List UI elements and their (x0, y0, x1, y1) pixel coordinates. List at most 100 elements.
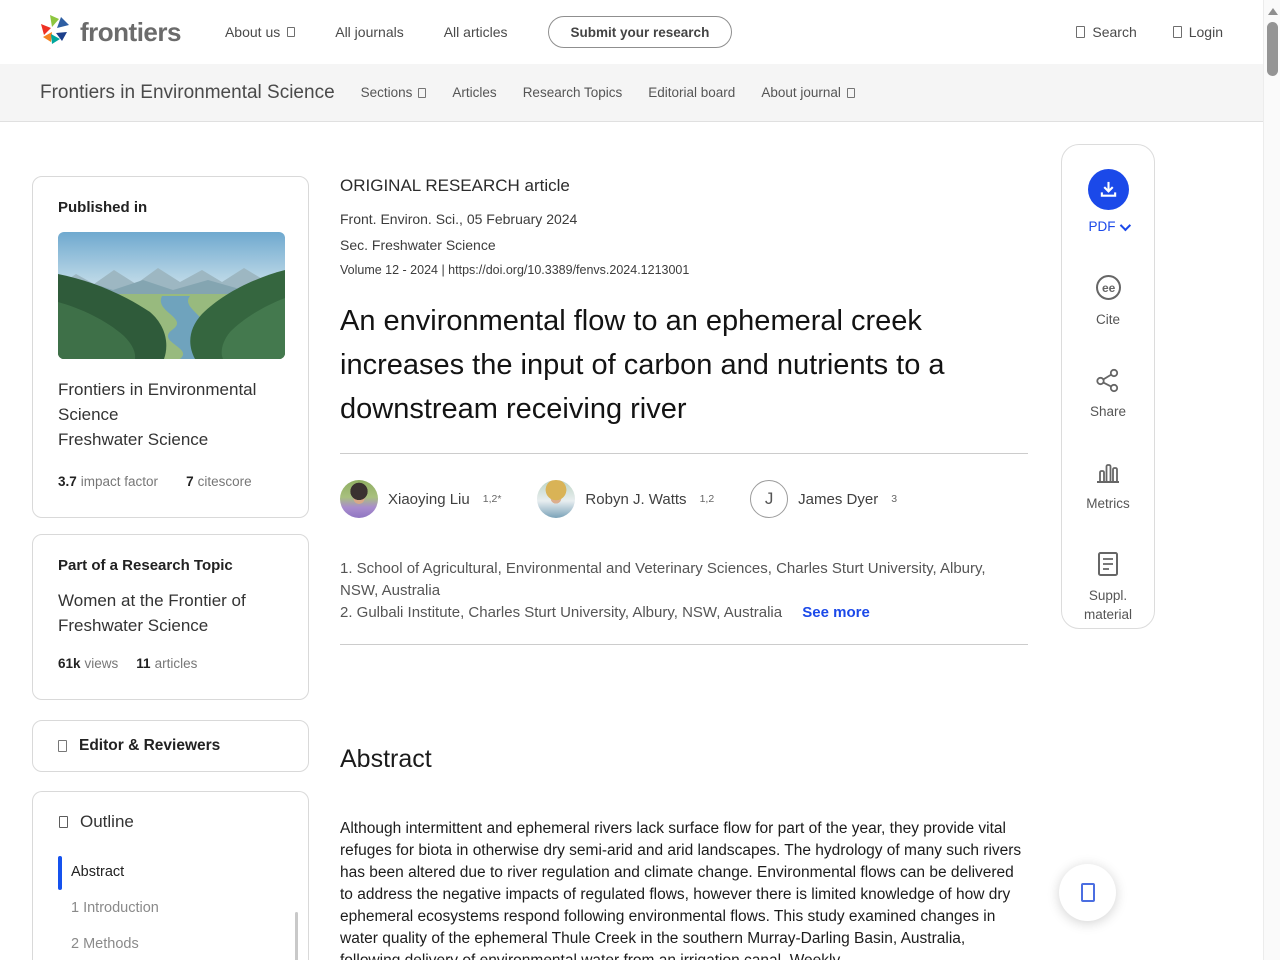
author-avatar (340, 480, 378, 518)
affiliation-2-row: 2. Gulbali Institute, Charles Sturt Univ… (340, 602, 1028, 624)
chat-fab-button[interactable] (1059, 864, 1116, 921)
subnav-research-topics[interactable]: Research Topics (523, 85, 623, 100)
journal-stats: 3.7 impact factor 7 citescore (58, 474, 283, 489)
outline-item-label: Abstract (71, 864, 125, 880)
share-button[interactable]: Share (1090, 367, 1126, 421)
pdf-download-button[interactable] (1087, 169, 1129, 210)
impact-factor-label: impact factor (80, 474, 159, 489)
pdf-label: PDF (1088, 219, 1116, 234)
journal-name-line2: Freshwater Science (58, 430, 209, 449)
author-james-dyer[interactable]: J James Dyer 3 (750, 480, 897, 518)
editor-reviewers-label: Editor & Reviewers (79, 737, 221, 754)
metrics-icon (1097, 464, 1119, 483)
subnav-articles[interactable]: Articles (452, 85, 496, 100)
outline-header[interactable]: Outline (33, 812, 308, 832)
outline-item-label: 2 Methods (71, 936, 139, 952)
published-in-journal-link[interactable]: Frontiers in Environmental Science Fresh… (58, 377, 283, 452)
journal-name-line1: Frontiers in Environmental Science (58, 380, 257, 424)
nav-all-articles[interactable]: All articles (444, 24, 508, 40)
volume-doi-line[interactable]: Volume 12 - 2024 | https://doi.org/10.33… (340, 263, 1028, 277)
divider (340, 644, 1028, 645)
affiliation-2: 2. Gulbali Institute, Charles Sturt Univ… (340, 604, 783, 621)
subnav-articles-label: Articles (452, 85, 497, 100)
author-robyn-watts[interactable]: Robyn J. Watts 1,2 (537, 480, 714, 518)
author-affiliation-sup: 1,2 (699, 493, 715, 505)
research-topic-stats: 61k views 11 articles (58, 656, 283, 671)
journal-subnav: Frontiers in Environmental Science Secti… (0, 64, 1263, 122)
outline-item-introduction[interactable]: 1 Introduction (33, 890, 308, 926)
suppl-label-line2: material (1083, 607, 1132, 622)
search-button[interactable]: Search (1076, 24, 1137, 40)
subnav-editorial-board-label: Editorial board (648, 85, 736, 100)
article-type-label: ORIGINAL RESEARCH article (340, 176, 570, 195)
dropdown-caret-icon (287, 27, 296, 37)
author-xiaoying-liu[interactable]: Xiaoying Liu 1,2* (340, 480, 501, 518)
affiliation-1: 1. School of Agricultural, Environmental… (340, 560, 986, 599)
author-name: Robyn J. Watts (585, 490, 687, 508)
outline-scrollbar[interactable] (295, 912, 298, 960)
outline-card: Outline Abstract 1 Introduction 2 Method… (32, 791, 309, 960)
nav-all-articles-label: All articles (443, 24, 508, 40)
editor-reviewers-card[interactable]: Editor & Reviewers (32, 720, 309, 772)
header-nav: About us All journals All articles (225, 24, 508, 40)
abstract-heading: Abstract (340, 745, 432, 773)
impact-factor-value: 3.7 (58, 474, 77, 489)
metrics-label: Metrics (1086, 496, 1130, 511)
citescore-stat: 7 citescore (186, 474, 252, 489)
search-label: Search (1092, 24, 1137, 40)
share-label: Share (1089, 404, 1127, 419)
outline-item-label: 1 Introduction (71, 900, 159, 916)
pdf-menu[interactable]: PDF (1088, 219, 1131, 234)
login-button[interactable]: Login (1172, 24, 1223, 40)
affiliations: 1. School of Agricultural, Environmental… (340, 558, 1028, 624)
frontiers-logo[interactable]: frontiers (38, 14, 181, 50)
dropdown-caret-icon (846, 87, 855, 98)
outline-list: Abstract 1 Introduction 2 Methods (33, 854, 308, 960)
nav-about-us[interactable]: About us (225, 24, 296, 40)
active-indicator (58, 856, 62, 890)
scrollbar-thumb[interactable] (1267, 22, 1278, 76)
author-name: Xiaoying Liu (388, 490, 470, 508)
research-topic-title: Part of a Research Topic (58, 557, 233, 574)
cite-button[interactable]: ee Cite (1095, 274, 1122, 329)
section-line: Sec. Freshwater Science (340, 237, 496, 253)
author-affiliation-sup: 3 (891, 493, 898, 505)
article-title: An environmental flow to an ephemeral cr… (340, 305, 945, 425)
submit-research-button[interactable]: Submit your research (547, 16, 733, 48)
download-icon (1100, 181, 1116, 197)
page-scrollbar[interactable] (1263, 0, 1280, 960)
journal-cover-image[interactable] (58, 232, 285, 359)
metrics-button[interactable]: Metrics (1086, 459, 1130, 513)
subnav-about-journal[interactable]: About journal (761, 85, 855, 100)
page: frontiers About us All journals All arti… (0, 0, 1280, 960)
research-topic-link[interactable]: Women at the Frontier of Freshwater Scie… (58, 588, 283, 638)
outline-item-methods[interactable]: 2 Methods (33, 926, 308, 960)
document-icon (1097, 552, 1118, 576)
search-icon (1076, 26, 1086, 38)
research-topic-card: Part of a Research Topic Women at the Fr… (32, 534, 309, 700)
user-icon (1172, 26, 1182, 38)
outline-item-abstract[interactable]: Abstract (33, 854, 308, 890)
header-right: Search Login (1076, 24, 1223, 40)
divider (340, 453, 1028, 454)
views-label: views (84, 656, 119, 671)
citation-line: Front. Environ. Sci., 05 February 2024 (340, 211, 578, 227)
top-header: frontiers About us All journals All arti… (0, 0, 1263, 64)
subnav-editorial-board[interactable]: Editorial board (648, 85, 735, 100)
published-in-card: Published in Frontiers in Environmental … (32, 176, 309, 518)
share-icon (1096, 368, 1119, 393)
article-main: ORIGINAL RESEARCH article Front. Environ… (340, 176, 1028, 960)
supplementary-material-button[interactable]: Suppl. material (1084, 551, 1132, 624)
subnav-sections[interactable]: Sections (361, 85, 427, 100)
see-more-link[interactable]: See more (802, 604, 870, 621)
impact-factor-stat: 3.7 impact factor (58, 474, 158, 489)
subnav-sections-label: Sections (360, 85, 413, 100)
suppl-label-line1: Suppl. (1088, 588, 1128, 603)
articles-count-label: articles (154, 656, 198, 671)
scrollbar-up-arrow[interactable] (1268, 8, 1278, 15)
login-label: Login (1188, 24, 1223, 40)
journal-home-link[interactable]: Frontiers in Environmental Science (40, 82, 335, 104)
svg-text:ee: ee (1102, 281, 1116, 295)
nav-all-journals[interactable]: All journals (335, 24, 403, 40)
frontiers-pinwheel-icon (41, 15, 69, 44)
